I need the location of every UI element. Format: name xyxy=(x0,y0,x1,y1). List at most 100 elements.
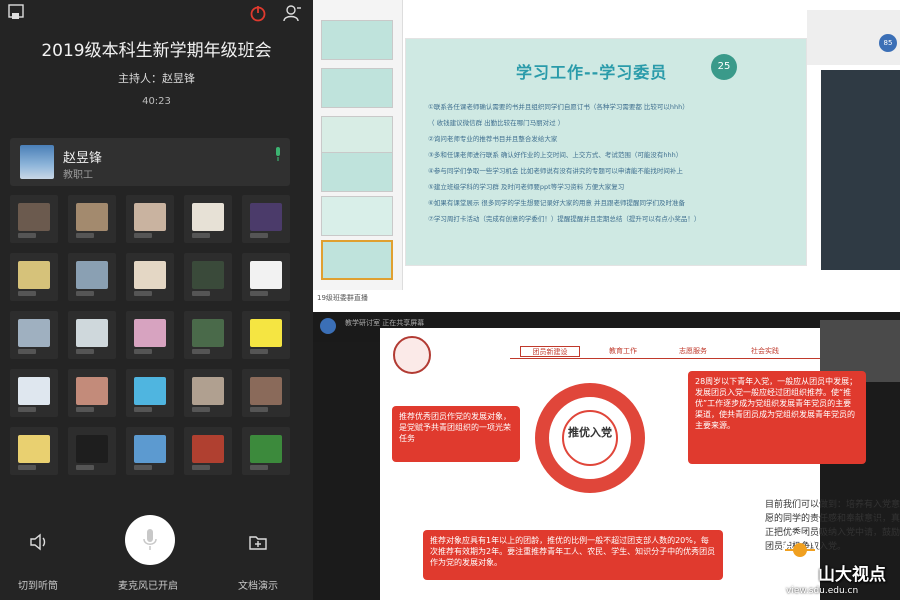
participant-name-bar xyxy=(250,465,268,470)
participant-tile[interactable] xyxy=(10,427,58,475)
participant-tile[interactable] xyxy=(184,311,232,359)
slide-thumbnail[interactable] xyxy=(321,20,393,60)
participant-avatar xyxy=(134,377,166,405)
school-emblem-icon xyxy=(393,336,431,374)
participant-name-bar xyxy=(250,349,268,354)
participant-avatar xyxy=(76,319,108,347)
participant-tile[interactable] xyxy=(126,311,174,359)
participant-name-bar xyxy=(134,349,152,354)
slides-caption: 19级班委群直播 xyxy=(317,294,368,302)
participant-avatar xyxy=(134,261,166,289)
participant-tile[interactable] xyxy=(126,427,174,475)
participant-tile[interactable] xyxy=(126,253,174,301)
participant-name-bar xyxy=(192,349,210,354)
participant-avatar xyxy=(18,377,50,405)
participant-tile[interactable] xyxy=(126,195,174,243)
doc-share-label[interactable]: 文档演示 xyxy=(238,577,278,592)
slide-thumbnail[interactable] xyxy=(321,68,393,108)
mic-status-label: 麦克风已开启 xyxy=(118,581,178,592)
participant-avatar xyxy=(18,261,50,289)
embedded-dark-panel xyxy=(821,70,900,270)
participant-avatar xyxy=(192,261,224,289)
participant-tile[interactable] xyxy=(68,253,116,301)
participant-name-bar xyxy=(18,233,36,238)
minimize-window-icon[interactable] xyxy=(8,4,28,22)
slide-line: ①联系各任课老师确认需要的书并且组织同学们自愿订书（各种学习需要都 比较可以hh… xyxy=(428,103,689,111)
participant-tile[interactable] xyxy=(184,369,232,417)
speaker-mode-label[interactable]: 切到听筒 xyxy=(18,577,58,592)
meeting-title: 2019级本科生新学期年级班会 xyxy=(41,41,272,61)
participant-name-bar xyxy=(192,465,210,470)
participant-avatar xyxy=(192,377,224,405)
mic-toggle-button[interactable] xyxy=(125,515,175,565)
slide-line: （ 收钱建议微信群 出勤比较在哪门马丽对过 ） xyxy=(428,119,565,127)
slide-line: ⑦学习周打卡活动（完成有创意的学委们！）提醒提醒并且定期总结（提升可以有点小奖品… xyxy=(428,215,701,223)
share-title: 教学研讨室 正在共享屏幕 xyxy=(345,319,425,327)
active-speaker-card[interactable]: 赵昱锋 教职工 xyxy=(10,138,290,186)
participant-tile[interactable] xyxy=(126,369,174,417)
participant-name-bar xyxy=(134,291,152,296)
participant-tile[interactable] xyxy=(10,369,58,417)
bottom-info-box: 推荐对象应具有1年以上的团龄，推优的比例一般不超过团支部人数的20%，每次推荐有… xyxy=(423,530,723,580)
participant-tile[interactable] xyxy=(10,253,58,301)
participant-avatar xyxy=(250,203,282,231)
participant-avatar xyxy=(192,203,224,231)
current-slide: 学习工作--学习委员 25 ①联系各任课老师确认需要的书并且组织同学们自愿订书（… xyxy=(405,38,807,266)
slide-thumbnail[interactable] xyxy=(321,196,393,236)
nav-tab: 志愿服务 xyxy=(679,347,707,355)
nav-tab: 教育工作 xyxy=(609,347,637,355)
watermark-logo-icon xyxy=(783,533,817,567)
participant-tile[interactable] xyxy=(68,427,116,475)
leave-meeting-icon[interactable] xyxy=(248,4,268,22)
slide-badge: 25 xyxy=(711,54,737,80)
participant-tile[interactable] xyxy=(242,427,290,475)
members-icon[interactable] xyxy=(282,4,302,22)
participant-tile[interactable] xyxy=(184,253,232,301)
participant-tile[interactable] xyxy=(242,369,290,417)
participant-tile[interactable] xyxy=(68,195,116,243)
meeting-host: 主持人：赵昱锋 xyxy=(118,72,195,85)
left-info-box: 推荐优秀团员作党的发展对象，是党赋予共青团组织的一项光荣任务 xyxy=(392,406,520,462)
avatar xyxy=(20,145,54,179)
participant-tile[interactable] xyxy=(10,195,58,243)
participant-name-bar xyxy=(18,349,36,354)
participant-avatar xyxy=(250,319,282,347)
slide-line: ⑥如果有课堂展示 很多同学的学生想要记录好大家的用意 并且跟老师提醒同学们及时准… xyxy=(428,199,685,207)
participant-avatar xyxy=(192,435,224,463)
participant-tile[interactable] xyxy=(184,195,232,243)
microphone-icon xyxy=(143,529,157,550)
speaker-name: 赵昱锋 xyxy=(63,151,103,166)
participant-tile[interactable] xyxy=(68,369,116,417)
slide-line: ④参与同学们争取一些学习机会 比如老师说有没有讲究的专题可以申请能不能找时间补上 xyxy=(428,167,683,175)
participant-name-bar xyxy=(134,465,152,470)
slide-thumbnail-active[interactable] xyxy=(321,240,393,280)
slide-line: ②询问老师专业的推荐书目并且整合发给大家 xyxy=(428,135,558,143)
participant-name-bar xyxy=(192,407,210,412)
participant-tile[interactable] xyxy=(68,311,116,359)
participant-tile[interactable] xyxy=(242,253,290,301)
participant-tile[interactable] xyxy=(10,311,58,359)
participant-avatar xyxy=(76,203,108,231)
slide-thumbnails xyxy=(313,0,403,290)
participant-tile[interactable] xyxy=(242,195,290,243)
participant-avatar xyxy=(134,319,166,347)
participant-avatar xyxy=(76,261,108,289)
folder-share-icon[interactable] xyxy=(248,532,268,552)
nav-divider xyxy=(510,358,820,359)
nav-tab: 团员新建设 xyxy=(520,346,580,357)
slide-thumbnail[interactable] xyxy=(321,116,393,156)
watermark-url: view.sdu.edu.cn xyxy=(786,586,859,596)
participant-tile[interactable] xyxy=(242,311,290,359)
participant-avatar xyxy=(250,377,282,405)
participant-avatar xyxy=(18,319,50,347)
meeting-panel: 2019级本科生新学期年级班会 主持人：赵昱锋 40:23 赵昱锋 教职工 切到… xyxy=(0,0,313,600)
participant-tile[interactable] xyxy=(184,427,232,475)
participant-avatar xyxy=(134,435,166,463)
avatar: 85 xyxy=(879,34,897,52)
participant-name-bar xyxy=(134,233,152,238)
participant-avatar xyxy=(250,261,282,289)
participant-name-bar xyxy=(18,291,36,296)
slide-line: ⑤建立班级学科的学习群 及时问老师要ppt等学习资料 方便大家复习 xyxy=(428,183,625,191)
speaker-icon[interactable] xyxy=(28,532,50,552)
slide-thumbnail[interactable] xyxy=(321,152,393,192)
